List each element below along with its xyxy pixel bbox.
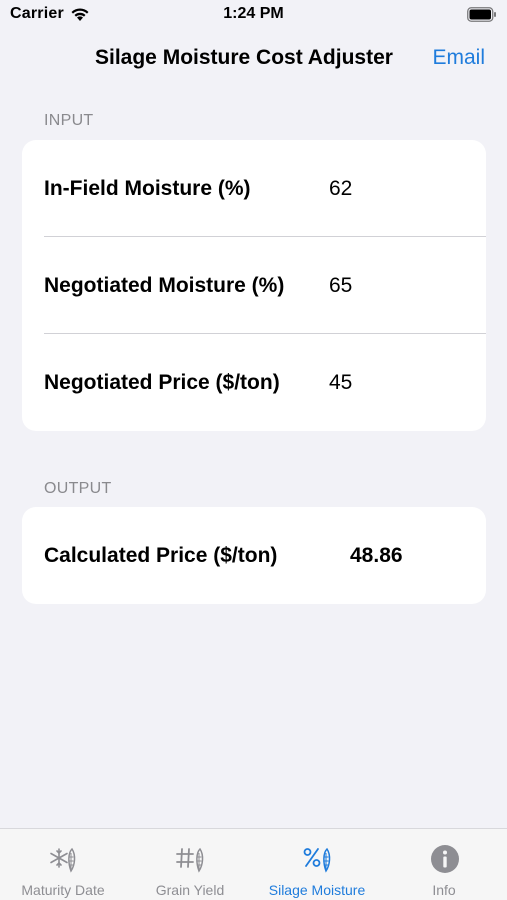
status-time: 1:24 PM <box>223 5 284 22</box>
tab-label: Maturity Date <box>21 882 105 898</box>
percent-corn-icon <box>303 847 331 873</box>
tab-maturity-date[interactable]: Maturity Date <box>0 829 126 900</box>
negotiated-moisture-row: Negotiated Moisture (%) 65 <box>22 237 486 334</box>
tab-grain-yield[interactable]: Grain Yield <box>127 829 253 900</box>
info-icon <box>431 845 459 873</box>
negotiated-price-field[interactable]: 45 <box>329 371 352 395</box>
tab-label: Info <box>432 882 456 898</box>
tab-label: Grain Yield <box>155 882 225 898</box>
negotiated-moisture-label: Negotiated Moisture (%) <box>44 274 285 297</box>
status-bar: Carrier 1:24 PM <box>0 0 507 30</box>
hash-corn-icon <box>176 847 204 873</box>
negotiated-price-row: Negotiated Price ($/ton) 45 <box>22 334 486 431</box>
tab-info[interactable]: Info <box>381 829 507 900</box>
battery-icon <box>467 7 496 22</box>
email-button[interactable]: Email <box>432 46 485 70</box>
tab-label: Silage Moisture <box>268 882 366 898</box>
app-screen: Carrier 1:24 PM Silage Moisture Cost Adj… <box>0 0 507 900</box>
tab-silage-moisture[interactable]: Silage Moisture <box>254 829 380 900</box>
in-field-moisture-row: In-Field Moisture (%) 62 <box>22 140 486 237</box>
negotiated-price-label: Negotiated Price ($/ton) <box>44 371 280 394</box>
page-title: Silage Moisture Cost Adjuster <box>95 46 393 69</box>
in-field-moisture-label: In-Field Moisture (%) <box>44 177 251 200</box>
negotiated-moisture-field[interactable]: 65 <box>329 274 352 298</box>
calculated-price-value: 48.86 <box>350 544 403 567</box>
output-group: Calculated Price ($/ton) 48.86 <box>22 507 486 604</box>
input-section-header: INPUT <box>44 112 94 129</box>
snowflake-corn-icon <box>50 847 76 873</box>
calculated-price-row: Calculated Price ($/ton) 48.86 <box>22 507 486 604</box>
input-group: In-Field Moisture (%) 62 Negotiated Mois… <box>22 140 486 431</box>
output-section-header: OUTPUT <box>44 480 112 497</box>
navigation-bar: Silage Moisture Cost Adjuster Email <box>0 30 507 86</box>
in-field-moisture-field[interactable]: 62 <box>329 177 352 201</box>
calculated-price-label: Calculated Price ($/ton) <box>44 544 278 567</box>
tab-bar: Maturity Date Grain Yield Silage Moistur… <box>0 828 507 900</box>
